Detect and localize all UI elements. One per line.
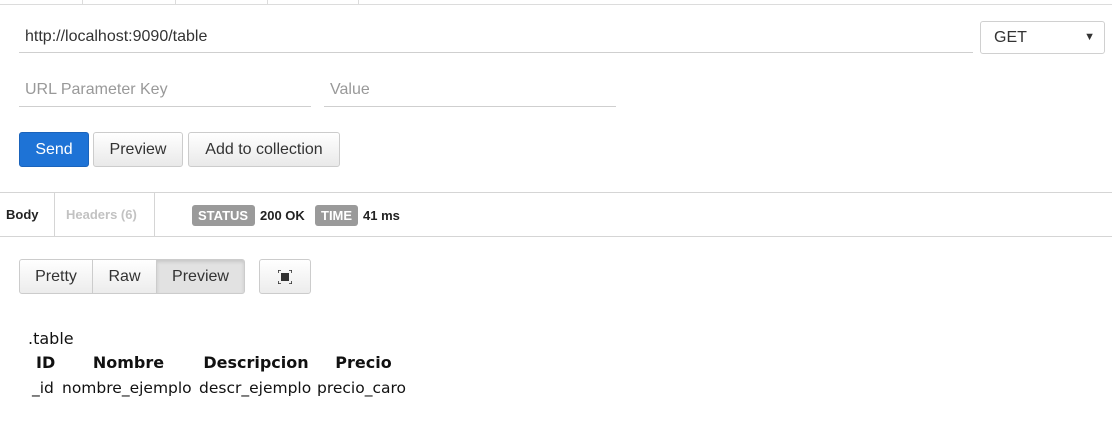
response-preview: .table ID Nombre Descripcion Precio _id … xyxy=(28,328,528,401)
expand-button[interactable] xyxy=(259,259,311,294)
url-param-key-input[interactable]: URL Parameter Key xyxy=(19,74,311,107)
preview-table: ID Nombre Descripcion Precio _id nombre_… xyxy=(30,350,412,401)
tab-headers[interactable]: Headers (6) xyxy=(55,193,155,237)
column-header: Precio xyxy=(335,353,392,372)
status-value: 200 OK xyxy=(260,208,305,223)
preview-button[interactable]: Preview xyxy=(93,132,183,167)
column-header: Nombre xyxy=(92,353,165,372)
add-to-collection-button[interactable]: Add to collection xyxy=(188,132,340,167)
dropdown-arrow-icon: ▼ xyxy=(1084,31,1095,43)
request-tab-strip xyxy=(0,0,1112,5)
column-header: ID xyxy=(36,353,56,372)
send-button[interactable]: Send xyxy=(19,132,89,167)
status-badge: STATUS xyxy=(192,205,255,226)
request-tab[interactable] xyxy=(175,0,267,5)
request-tab[interactable] xyxy=(267,0,359,5)
table-caption: .table xyxy=(28,329,74,348)
table-row: _id nombre_ejemplo descr_ejemplo precio_… xyxy=(30,375,412,401)
preview-mode-button[interactable]: Preview xyxy=(156,259,245,294)
table-cell: _id xyxy=(32,379,54,397)
time-value: 41 ms xyxy=(363,208,400,223)
table-header-row: ID Nombre Descripcion Precio xyxy=(30,350,412,375)
pretty-button[interactable]: Pretty xyxy=(19,259,93,294)
column-header: Descripcion xyxy=(203,353,309,372)
url-param-value-input[interactable]: Value xyxy=(324,74,616,107)
request-tab[interactable] xyxy=(82,0,175,5)
method-value: GET xyxy=(994,29,1027,46)
url-input[interactable]: http://localhost:9090/table xyxy=(19,22,973,53)
method-select[interactable]: GET ▼ xyxy=(980,21,1105,54)
response-bar: Body Headers (6) STATUS 200 OK TIME 41 m… xyxy=(0,192,1112,237)
tab-body[interactable]: Body xyxy=(0,193,55,237)
expand-icon xyxy=(278,270,292,284)
table-cell: descr_ejemplo xyxy=(199,379,312,397)
table-cell: nombre_ejemplo xyxy=(62,379,192,397)
time-badge: TIME xyxy=(315,205,358,226)
table-cell: precio_caro xyxy=(317,379,407,397)
raw-button[interactable]: Raw xyxy=(92,259,157,294)
